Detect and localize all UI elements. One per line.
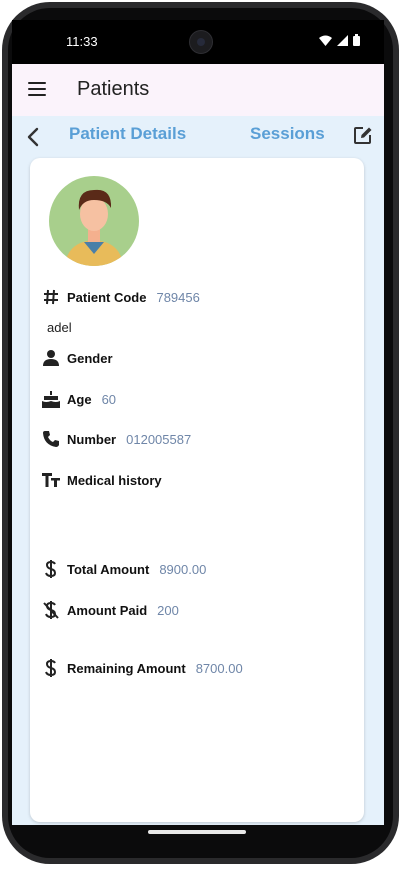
number-row: Number 012005587 — [41, 428, 191, 450]
money-off-icon — [41, 600, 61, 620]
patient-avatar — [49, 176, 139, 266]
number-label: Number — [67, 431, 117, 447]
text-size-icon — [41, 470, 61, 490]
status-icons — [319, 34, 360, 46]
remaining-amount-row: Remaining Amount 8700.00 — [41, 657, 243, 679]
person-icon — [41, 348, 61, 368]
camera-icon — [189, 30, 213, 54]
amount-paid-label: Amount Paid — [67, 602, 148, 618]
status-bar: 11:33 — [12, 20, 384, 64]
number-value: 012005587 — [126, 431, 192, 447]
age-value: 60 — [101, 391, 117, 407]
total-amount-row: Total Amount 8900.00 — [41, 558, 206, 580]
battery-icon — [353, 34, 360, 46]
dollar-icon — [41, 559, 61, 579]
signal-icon — [337, 34, 348, 46]
medical-history-row: Medical history — [41, 469, 172, 491]
dollar-icon — [41, 658, 61, 678]
tab-sessions[interactable]: Sessions — [250, 124, 325, 144]
age-row: Age 60 — [41, 388, 116, 410]
amount-paid-value: 200 — [157, 602, 179, 618]
phone-icon — [41, 429, 61, 449]
patient-code-value: 789456 — [156, 289, 200, 305]
menu-icon[interactable] — [28, 82, 46, 96]
back-arrow-icon[interactable] — [20, 124, 46, 150]
age-label: Age — [67, 391, 92, 407]
total-amount-value: 8900.00 — [159, 561, 207, 577]
hash-icon — [41, 287, 61, 307]
gender-row: Gender — [41, 347, 123, 369]
medical-history-label: Medical history — [67, 472, 162, 488]
total-amount-label: Total Amount — [67, 561, 150, 577]
patient-code-row: Patient Code 789456 — [41, 286, 200, 308]
tab-patient-details[interactable]: Patient Details — [69, 124, 186, 144]
cake-icon — [41, 389, 61, 409]
patient-name: adel — [47, 320, 72, 335]
wifi-icon — [319, 35, 332, 46]
remaining-amount-value: 8700.00 — [195, 660, 243, 676]
edit-icon[interactable] — [352, 124, 374, 146]
patient-code-label: Patient Code — [67, 289, 147, 305]
app-bar: Patients — [12, 64, 384, 116]
gender-label: Gender — [67, 350, 113, 366]
amount-paid-row: Amount Paid 200 — [41, 599, 179, 621]
app-title: Patients — [77, 78, 150, 100]
status-time: 11:33 — [66, 34, 98, 49]
remaining-amount-label: Remaining Amount — [67, 660, 186, 676]
home-indicator[interactable] — [148, 830, 246, 834]
